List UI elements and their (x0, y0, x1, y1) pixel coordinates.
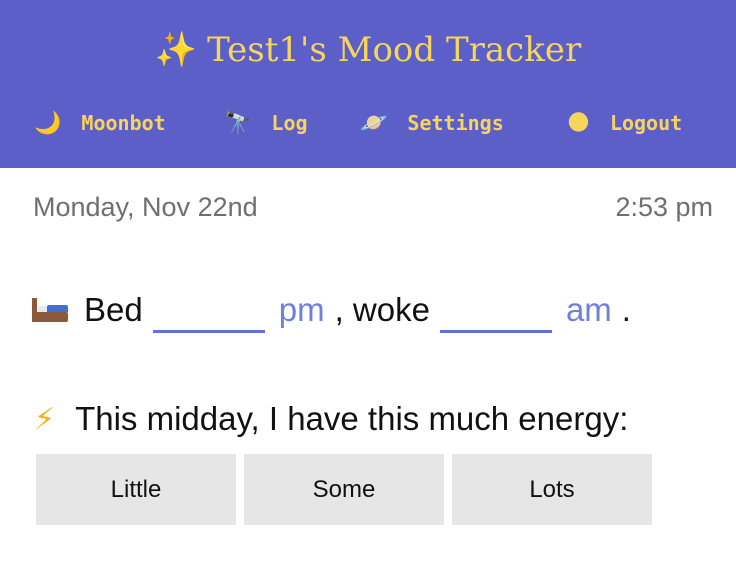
lightning-bolt-icon: ⚡ (34, 401, 56, 437)
bedtime-input[interactable] (152, 287, 265, 333)
current-date: Monday, Nov 22nd (33, 192, 258, 222)
new-moon-icon: 🌑 (567, 110, 590, 136)
energy-question: This midday, I have this much energy: (75, 400, 629, 437)
current-time: 2:53 pm (615, 192, 713, 222)
nav-label-log: Log (271, 111, 308, 135)
sentence-end: . (621, 291, 631, 328)
bedtime-ampm-toggle[interactable]: pm (279, 291, 325, 329)
nav-item-moonbot[interactable]: 🌙 Moonbot (34, 108, 166, 138)
waketime-ampm-toggle[interactable]: am (566, 291, 612, 329)
title-text: Test1's Mood Tracker (207, 30, 582, 70)
nav-item-log[interactable]: 🔭 Log (224, 108, 308, 138)
page-title: ✨ Test1's Mood Tracker (0, 30, 736, 70)
energy-question-row: ⚡ This midday, I have this much energy: (34, 400, 628, 438)
nav-item-settings[interactable]: 🪐 Settings (360, 108, 504, 138)
nav-label-moonbot: Moonbot (81, 111, 166, 135)
header-bar: ✨ Test1's Mood Tracker 🌙 Moonbot 🔭 Log 🪐 … (0, 0, 736, 168)
energy-options: Little Some Lots (36, 454, 660, 525)
woke-label: , woke (334, 291, 430, 328)
telescope-icon: 🔭 (224, 110, 252, 136)
nav-label-settings: Settings (407, 111, 504, 135)
bed-icon (32, 298, 68, 322)
energy-option-some[interactable]: Some (244, 454, 444, 525)
nav-bar: 🌙 Moonbot 🔭 Log 🪐 Settings 🌑 Logout (0, 108, 736, 138)
sleep-entry-row: Bed pm , woke am . (32, 286, 637, 334)
energy-option-little[interactable]: Little (36, 454, 236, 525)
sparkles-icon: ✨ (154, 30, 198, 70)
nav-label-logout: Logout (609, 111, 683, 135)
crescent-moon-icon: 🌙 (34, 110, 62, 136)
waketime-input[interactable] (439, 287, 552, 333)
bed-label: Bed (84, 291, 143, 328)
energy-option-lots[interactable]: Lots (452, 454, 652, 525)
ringed-planet-icon: 🪐 (360, 110, 388, 136)
nav-item-logout[interactable]: 🌑 Logout (567, 108, 682, 138)
